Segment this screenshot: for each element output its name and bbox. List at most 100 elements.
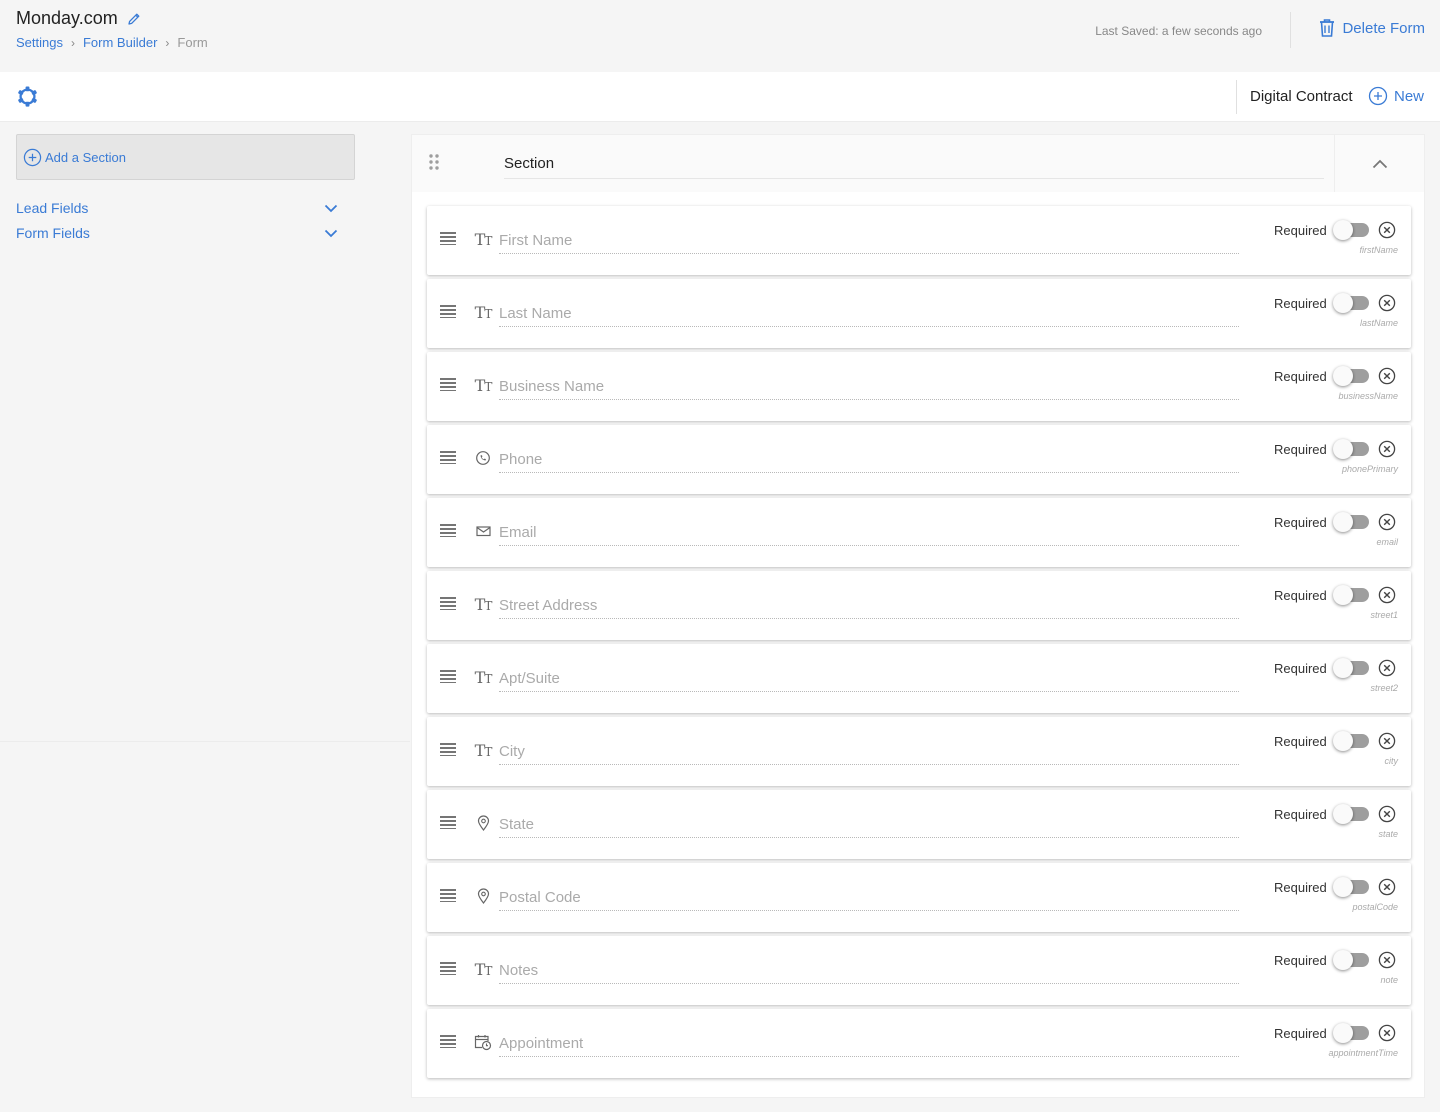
email-icon [473,522,493,540]
chevron-right-icon: › [70,35,75,50]
form-field-row-note: TT Required note [427,936,1411,1005]
gear-icon[interactable] [16,85,39,108]
required-toggle[interactable] [1333,804,1369,824]
drag-handle-icon[interactable] [440,304,456,318]
form-field-row-lastName: TT Required lastName [427,279,1411,348]
sidebar-group-form-fields[interactable]: Form Fields [16,225,338,241]
remove-field-icon[interactable] [1378,1024,1396,1042]
required-toggle[interactable] [1333,1023,1369,1043]
sidebar-group-lead-fields[interactable]: Lead Fields [16,200,338,216]
breadcrumb-form-builder[interactable]: Form Builder [83,35,157,50]
edit-pencil-icon[interactable] [126,11,142,27]
toggle-knob [1333,293,1353,313]
remove-field-icon[interactable] [1378,732,1396,750]
drag-handle-icon[interactable] [440,888,456,902]
drag-grip-icon[interactable] [427,153,441,171]
field-key: email [1376,537,1398,547]
field-input[interactable] [499,301,1239,327]
field-key: state [1378,829,1398,839]
toolbar: Digital Contract New [0,72,1440,122]
required-toggle[interactable] [1333,950,1369,970]
drag-handle-icon[interactable] [440,450,456,464]
phone-icon [473,449,493,467]
field-input[interactable] [499,739,1239,765]
remove-field-icon[interactable] [1378,878,1396,896]
last-saved-label: Last Saved: [1095,24,1159,38]
field-input[interactable] [499,228,1239,254]
add-section-button[interactable]: Add a Section [16,134,355,180]
drag-handle-icon[interactable] [440,523,456,537]
field-input[interactable] [499,958,1239,984]
text-icon: TT [474,302,493,322]
required-toggle[interactable] [1333,658,1369,678]
field-key: postalCode [1352,902,1398,912]
breadcrumb-form: Form [177,35,208,50]
field-input[interactable] [499,520,1239,546]
contract-type-label: Digital Contract [1250,88,1353,105]
required-toggle[interactable] [1333,877,1369,897]
remove-field-icon[interactable] [1378,586,1396,604]
top-bar: Monday.com Settings › Form Builder › For… [0,0,1440,72]
section-header: Section [412,135,1424,192]
field-input[interactable] [499,812,1239,838]
required-label: Required [1274,223,1327,238]
drag-handle-icon[interactable] [440,669,456,683]
required-toggle[interactable] [1333,293,1369,313]
drag-handle-icon[interactable] [440,596,456,610]
drag-handle-icon[interactable] [440,377,456,391]
new-button[interactable]: New [1368,86,1424,106]
required-toggle[interactable] [1333,585,1369,605]
required-toggle[interactable] [1333,366,1369,386]
remove-field-icon[interactable] [1378,367,1396,385]
form-field-row-street1: TT Required street1 [427,571,1411,640]
toggle-knob [1333,658,1353,678]
field-key: lastName [1359,318,1398,328]
drag-handle-icon[interactable] [440,815,456,829]
toggle-knob [1333,512,1353,532]
chevron-right-icon: › [165,35,170,50]
remove-field-icon[interactable] [1378,440,1396,458]
field-key: appointmentTime [1328,1048,1398,1058]
remove-field-icon[interactable] [1378,805,1396,823]
required-label: Required [1274,588,1327,603]
field-input[interactable] [499,666,1239,692]
collapse-section-button[interactable] [1334,135,1424,192]
remove-field-icon[interactable] [1378,513,1396,531]
required-toggle[interactable] [1333,512,1369,532]
required-label: Required [1274,661,1327,676]
text-icon: TT [474,375,493,395]
field-input[interactable] [499,447,1239,473]
required-label: Required [1274,807,1327,822]
field-key: businessName [1338,391,1398,401]
remove-field-icon[interactable] [1378,221,1396,239]
required-label: Required [1274,296,1327,311]
field-input[interactable] [499,374,1239,400]
required-toggle[interactable] [1333,439,1369,459]
field-input[interactable] [499,885,1239,911]
drag-handle-icon[interactable] [440,231,456,245]
text-icon: TT [474,667,493,687]
drag-handle-icon[interactable] [440,742,456,756]
field-key: firstName [1359,245,1398,255]
location-pin-icon [473,887,493,905]
field-key: street1 [1370,610,1398,620]
remove-field-icon[interactable] [1378,951,1396,969]
delete-form-button[interactable]: Delete Form [1318,18,1425,38]
title-row: Monday.com [16,8,142,29]
field-key: phonePrimary [1341,464,1398,474]
drag-handle-icon[interactable] [440,1034,456,1048]
field-input[interactable] [499,593,1239,619]
remove-field-icon[interactable] [1378,659,1396,677]
field-input[interactable] [499,1031,1239,1057]
drag-handle-icon[interactable] [440,961,456,975]
toggle-knob [1333,877,1353,897]
breadcrumb-settings[interactable]: Settings [16,35,63,50]
required-label: Required [1274,953,1327,968]
field-key: city [1384,756,1399,766]
section-title[interactable]: Section [504,155,554,172]
required-label: Required [1274,369,1327,384]
remove-field-icon[interactable] [1378,294,1396,312]
required-toggle[interactable] [1333,220,1369,240]
required-toggle[interactable] [1333,731,1369,751]
chevron-down-icon [324,204,338,212]
